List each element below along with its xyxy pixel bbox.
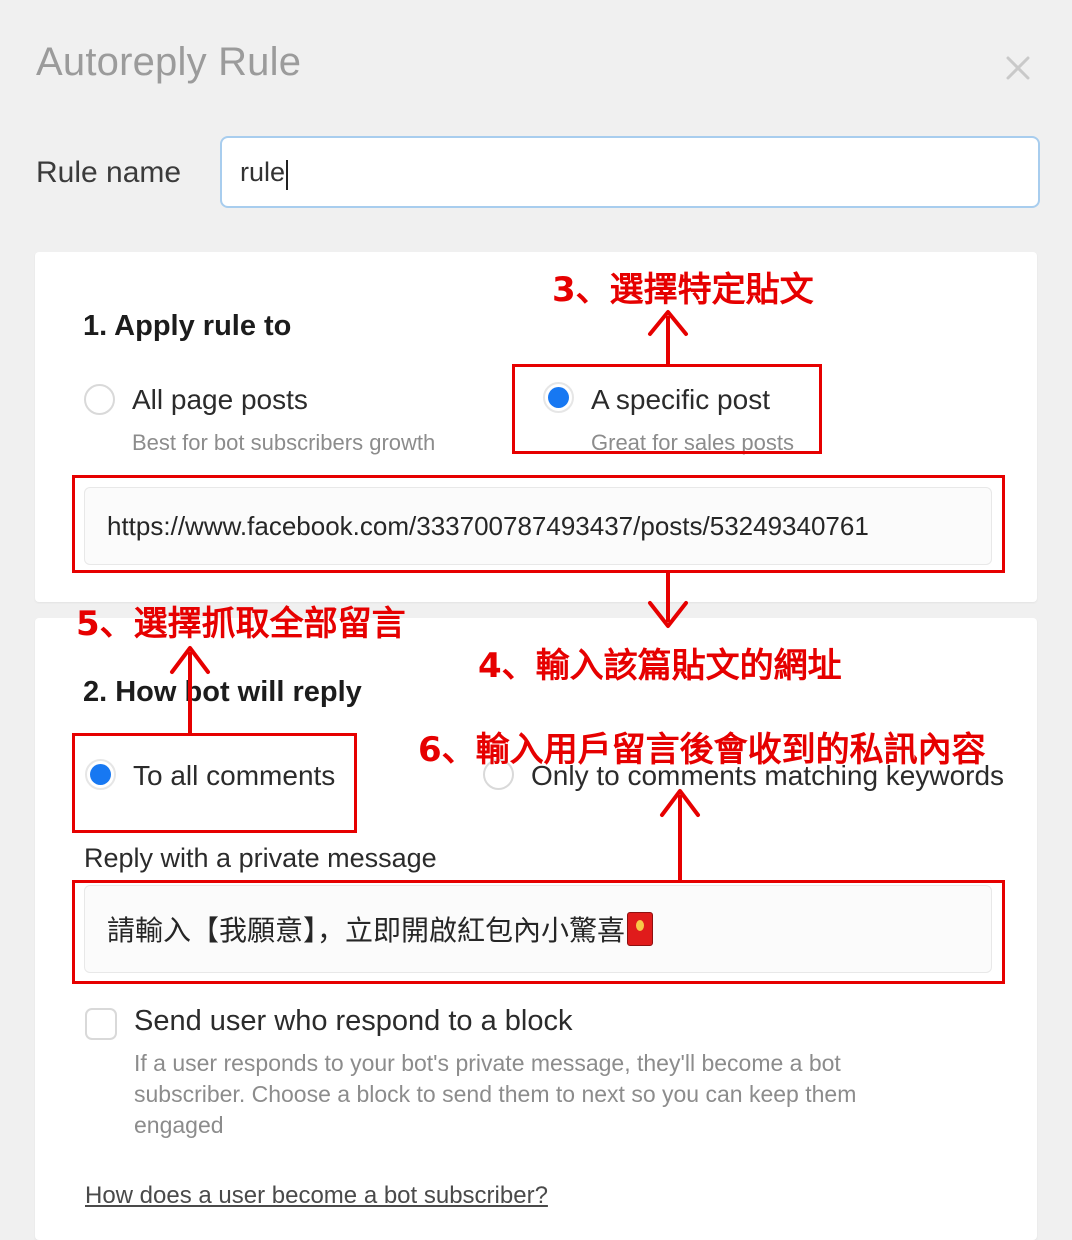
private-message-label: Reply with a private message [84, 843, 437, 873]
autoreply-rule-modal: Autoreply Rule Rule name rule 1. Apply r… [0, 0, 1072, 1240]
send-user-to-block-label: Send user who respond to a block [134, 1005, 573, 1037]
radio-dot [548, 387, 569, 408]
radio-all-page-posts-label: All page posts [132, 384, 308, 415]
rule-name-value: rule [240, 156, 286, 187]
text-caret [286, 160, 289, 190]
bot-subscriber-help-link[interactable]: How does a user become a bot subscriber? [85, 1182, 548, 1210]
private-message-value: 請輸入【我願意】，立即開啟紅包內小驚喜 [107, 914, 626, 947]
reply-settings-card: 2. How bot will reply To all comments On… [35, 618, 1037, 1240]
rule-name-label: Rule name [36, 156, 182, 189]
close-icon[interactable] [996, 46, 1040, 90]
post-url-input[interactable]: https://www.facebook.com/333700787493437… [84, 487, 992, 565]
apply-rule-heading: 1. Apply rule to [83, 310, 292, 342]
radio-matching-keywords[interactable] [483, 759, 514, 790]
rule-name-input[interactable]: rule [220, 136, 1040, 208]
radio-dot [90, 764, 111, 785]
radio-all-page-posts[interactable] [84, 384, 115, 415]
radio-to-all-comments-label: To all comments [133, 760, 336, 791]
radio-a-specific-post-sub: Great for sales posts [591, 430, 794, 455]
send-user-to-block-checkbox[interactable] [85, 1008, 117, 1040]
radio-a-specific-post-label: A specific post [591, 384, 770, 415]
radio-all-page-posts-sub: Best for bot subscribers growth [132, 430, 436, 455]
send-user-to-block-description: If a user responds to your bot's private… [134, 1050, 857, 1138]
apply-rule-card: 1. Apply rule to All page posts Best for… [35, 252, 1037, 602]
radio-a-specific-post[interactable] [543, 382, 574, 413]
red-envelope-icon [627, 912, 654, 946]
reply-heading: 2. How bot will reply [83, 676, 362, 708]
post-url-value: https://www.facebook.com/333700787493437… [107, 510, 869, 541]
radio-matching-keywords-label: Only to comments matching keywords [531, 760, 1005, 791]
private-message-input[interactable]: 請輸入【我願意】，立即開啟紅包內小驚喜 [84, 885, 992, 973]
page-title: Autoreply Rule [36, 40, 302, 84]
radio-to-all-comments[interactable] [85, 759, 116, 790]
